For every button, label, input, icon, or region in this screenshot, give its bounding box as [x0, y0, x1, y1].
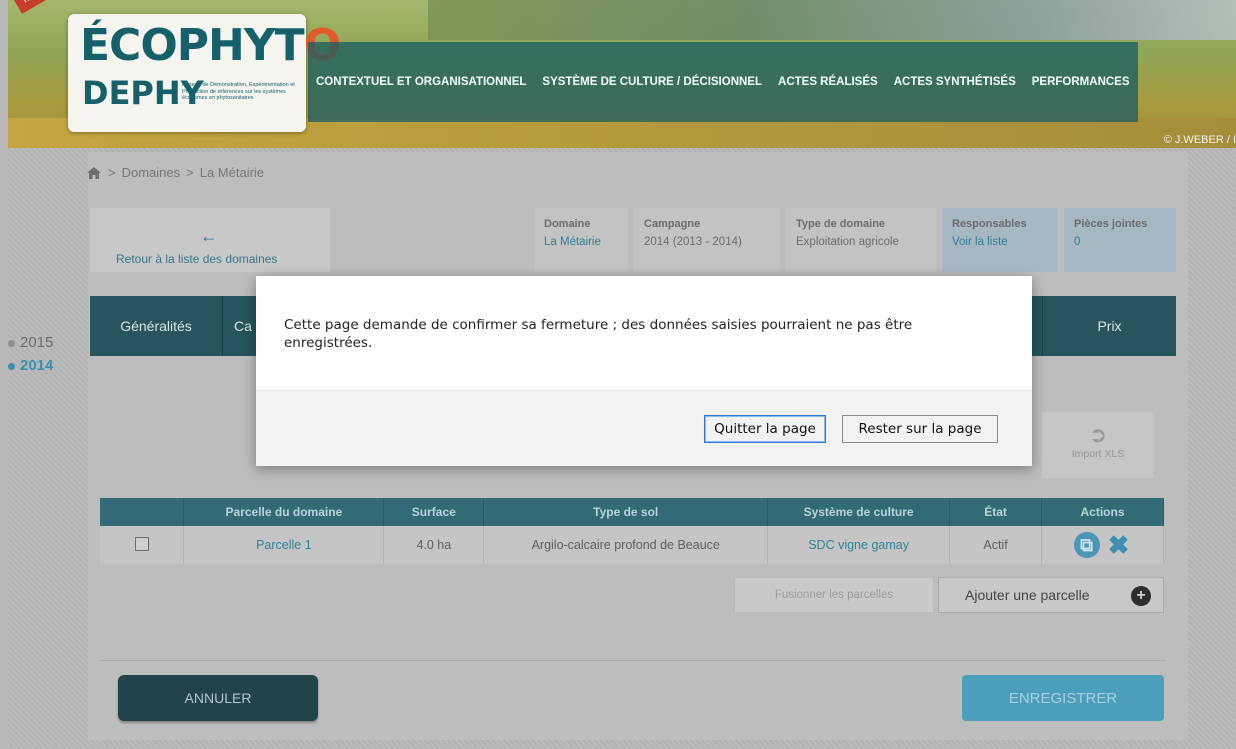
- breadcrumb-separator: >: [108, 165, 116, 180]
- info-type-domaine: Type de domaine Exploitation agricole: [786, 208, 936, 272]
- table-row: Parcelle 1 4.0 ha Argilo-calcaire profon…: [100, 526, 1164, 564]
- import-file-icon: ➲: [1088, 422, 1108, 447]
- breadcrumb-separator: >: [186, 165, 194, 180]
- nav-contextuel[interactable]: CONTEXTUEL ET ORGANISATIONNEL: [308, 42, 535, 122]
- cell-parcelle[interactable]: Parcelle 1: [183, 526, 385, 564]
- col-actions: Actions: [1041, 498, 1164, 526]
- row-select-cell: [100, 526, 185, 564]
- info-pieces-jointes: Pièces jointes 0: [1064, 208, 1176, 272]
- col-etat[interactable]: État: [949, 498, 1042, 526]
- info-pj-value[interactable]: 0: [1074, 236, 1166, 248]
- dot-icon: [8, 362, 15, 370]
- arrow-left-icon: ←: [200, 226, 218, 246]
- footer-divider: [100, 660, 1166, 661]
- year-2015[interactable]: 2015: [8, 334, 53, 351]
- info-campagne-value: 2014 (2013 - 2014): [644, 236, 742, 248]
- import-label: Import XLS: [1071, 448, 1125, 460]
- delete-icon[interactable]: ✖: [1106, 530, 1132, 560]
- back-label: Retour à la liste des domaines: [116, 252, 278, 266]
- cell-type-sol: Argilo-calcaire profond de Beauce: [483, 526, 769, 564]
- import-xls-button[interactable]: ➲ Import XLS: [1042, 412, 1154, 478]
- info-responsables: Responsables Voir la liste: [942, 208, 1058, 272]
- info-domaine: Domaine La Métairie: [534, 208, 628, 272]
- info-type-value: Exploitation agricole: [796, 236, 899, 248]
- breadcrumb: > Domaines > La Métairie: [86, 165, 264, 180]
- cell-systeme[interactable]: SDC vigne gamay: [767, 526, 951, 564]
- photo-credit: © J.WEBER / I: [1163, 134, 1236, 146]
- merge-parcels-button[interactable]: Fusionner les parcelles: [734, 577, 934, 613]
- col-select: [100, 498, 185, 526]
- leave-page-button[interactable]: Quitter la page: [704, 415, 826, 443]
- info-campagne-label: Campagne: [644, 218, 701, 230]
- test-badge: Test: [14, 0, 57, 14]
- info-pj-label: Pièces jointes: [1074, 218, 1148, 230]
- ecophyto-logo[interactable]: ÉCOPHYTO DEPHY Réseau de Démonstration, …: [68, 14, 341, 132]
- nav-performances[interactable]: PERFORMANCES: [1023, 42, 1138, 122]
- nav-actes-realises[interactable]: ACTES RÉALISÉS: [770, 42, 886, 122]
- breadcrumb-current: La Métairie: [199, 165, 265, 180]
- dialog-footer: Quitter la page Rester sur la page: [256, 390, 1032, 466]
- leave-page-dialog: Cette page demande de confirmer sa ferme…: [256, 276, 1032, 466]
- header-banner: Test ÉCOPHYTO DEPHY Réseau de Démonstrat…: [8, 0, 1236, 148]
- info-resp-label: Responsables: [952, 218, 1027, 230]
- breadcrumb-domaines[interactable]: Domaines: [122, 165, 181, 180]
- tab-generalites[interactable]: Généralités: [90, 296, 222, 356]
- row-checkbox[interactable]: [134, 536, 149, 551]
- table-header-row: Parcelle du domaine Surface Type de sol …: [100, 498, 1164, 526]
- home-icon[interactable]: [86, 166, 102, 180]
- info-campagne: Campagne 2014 (2013 - 2014): [634, 208, 780, 272]
- info-domaine-label: Domaine: [544, 218, 591, 230]
- copy-icon[interactable]: ⧉: [1073, 532, 1100, 558]
- add-parcel-button[interactable]: Ajouter une parcelle +: [938, 577, 1164, 613]
- col-type-sol[interactable]: Type de sol: [483, 498, 769, 526]
- main-navigation: CONTEXTUEL ET ORGANISATIONNEL SYSTÈME DE…: [308, 42, 1236, 122]
- parcels-table: Parcelle du domaine Surface Type de sol …: [100, 498, 1164, 564]
- logo-tagline: Réseau de Démonstration, Expérimentation…: [182, 82, 295, 101]
- add-parcel-label: Ajouter une parcelle: [965, 587, 1090, 603]
- logo-title: ÉCOPHYTO: [80, 20, 341, 71]
- info-type-label: Type de domaine: [796, 218, 886, 230]
- nav-actes-synthetises[interactable]: ACTES SYNTHÉTISÉS: [885, 42, 1024, 122]
- col-systeme[interactable]: Système de culture: [767, 498, 951, 526]
- plus-icon: +: [1131, 586, 1151, 606]
- year-2014[interactable]: 2014: [8, 357, 53, 374]
- tab-prix[interactable]: Prix: [1043, 296, 1176, 356]
- cell-surface: 4.0 ha: [383, 526, 485, 564]
- dialog-message: Cette page demande de confirmer sa ferme…: [284, 317, 913, 351]
- stay-on-page-button[interactable]: Rester sur la page: [842, 415, 998, 443]
- save-button[interactable]: ENREGISTRER: [962, 675, 1164, 721]
- nav-systeme-de-culture[interactable]: SYSTÈME DE CULTURE / DÉCISIONNEL: [534, 42, 771, 122]
- cell-actions: ⧉ ✖: [1041, 526, 1164, 564]
- info-domaine-value[interactable]: La Métairie: [544, 236, 618, 248]
- dot-icon: [8, 339, 15, 347]
- cancel-button[interactable]: ANNULER: [118, 675, 318, 721]
- col-parcelle[interactable]: Parcelle du domaine: [183, 498, 385, 526]
- banner-photo-sky: [428, 0, 1236, 40]
- campaign-years: 2015 2014: [8, 334, 53, 380]
- col-surface[interactable]: Surface: [383, 498, 485, 526]
- back-to-domains-button[interactable]: ← Retour à la liste des domaines: [90, 208, 330, 272]
- cell-etat: Actif: [949, 526, 1042, 564]
- info-resp-link[interactable]: Voir la liste: [952, 236, 1048, 248]
